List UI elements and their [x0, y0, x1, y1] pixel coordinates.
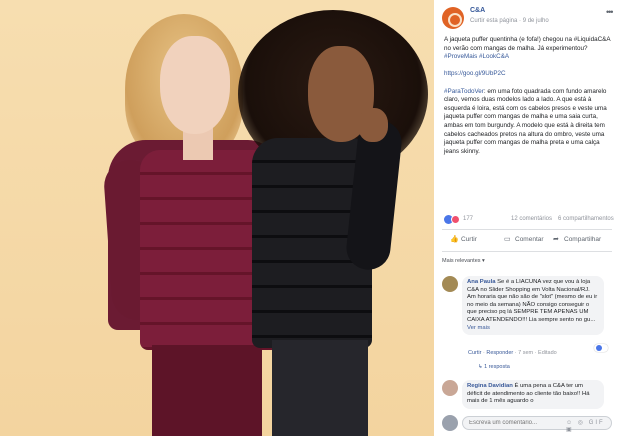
divider [442, 251, 612, 252]
comment-bubble: Regina Davidian É uma pena a C&A ter um … [462, 380, 604, 409]
ellipsis-icon[interactable]: ••• [606, 7, 614, 17]
model-right-jeans [272, 340, 368, 436]
comment: Regina Davidian É uma pena a C&A ter um … [442, 380, 614, 412]
view-replies-link[interactable]: ↳ 1 resposta [478, 364, 510, 370]
model-left-face [160, 36, 230, 134]
post-date[interactable]: 9 de julho [523, 18, 549, 24]
comment-reaction-badge[interactable] [594, 344, 608, 352]
divider [442, 229, 612, 230]
post-actions: 👍 Curtir ▭ Comentar ➦ Compartilhar [442, 234, 612, 248]
post-side-panel: C&A Curtir esta página · 9 de julho ••• … [434, 0, 620, 436]
post-paragraph: https://goo.gl/9UbP2C [444, 70, 614, 79]
post-paragraph: A jaqueta puffer quentinha (e fofa!) che… [444, 36, 611, 61]
comment-bubble: Ana Paula Se é a LIACUNA vez que vou à l… [462, 276, 604, 336]
avatar [442, 415, 458, 431]
hashtag-link[interactable]: #ParaTodoVer [444, 88, 484, 95]
comment-composer: ☺ ◎ GIF ▣ [442, 415, 614, 433]
comment-text: Se é a LIACUNA vez que vou à loja C&A no… [467, 279, 598, 323]
comment-sort-dropdown[interactable]: Mais relevantes ▾ [442, 258, 485, 264]
follow-page-link[interactable]: Curtir esta página [470, 18, 517, 24]
page-avatar[interactable] [442, 7, 464, 29]
model-right-hand [358, 108, 388, 142]
shares-count[interactable]: 6 compartilhamentos [558, 216, 614, 222]
comment-meta: Curtir · Responder · 7 sem · Editado [468, 350, 557, 356]
share-button[interactable]: ➦ Compartilhar [553, 235, 601, 243]
comment-time[interactable]: 7 sem [518, 350, 533, 356]
hashtag-link[interactable]: #ProveMais [444, 53, 477, 60]
like-button[interactable]: 👍 Curtir [450, 235, 477, 243]
post-header: C&A Curtir esta página · 9 de julho ••• [442, 7, 614, 29]
avatar[interactable] [442, 276, 458, 292]
avatar[interactable] [442, 380, 458, 396]
comment-icon: ▭ [504, 236, 511, 243]
short-url-link[interactable]: https://goo.gl/9UbP2C [444, 70, 506, 77]
comment-author[interactable]: Ana Paula [467, 279, 495, 285]
comments-count[interactable]: 12 comentários [511, 216, 552, 222]
comment-button[interactable]: ▭ Comentar [504, 235, 544, 243]
hashtag-link[interactable]: #LookC&A [477, 53, 509, 60]
reactions-bar: 177 12 comentários 6 compartilhamentos [444, 215, 614, 225]
comment: Ana Paula Se é a LIACUNA vez que vou à l… [442, 276, 614, 376]
composer-tools[interactable]: ☺ ◎ GIF ▣ [566, 419, 614, 433]
comment-edited: Editado [538, 350, 557, 356]
page-name[interactable]: C&A [470, 7, 485, 14]
post-paragraph: #ParaTodoVer: em uma foto quadrada com f… [444, 87, 607, 155]
post-text: A jaqueta puffer quentinha (e fofa!) che… [444, 36, 614, 165]
thumbs-up-icon: 👍 [450, 236, 459, 243]
post-subheader: Curtir esta página · 9 de julho [470, 18, 549, 24]
comment-author[interactable]: Regina Davidian [467, 383, 513, 389]
reaction-count[interactable]: 177 [463, 216, 473, 222]
love-reaction-icon[interactable] [451, 215, 460, 224]
comment-reply-link[interactable]: Responder [486, 350, 513, 356]
share-icon: ➦ [553, 236, 559, 243]
comment-like-link[interactable]: Curtir [468, 350, 481, 356]
post-photo[interactable] [0, 0, 434, 436]
see-more-link[interactable]: Ver mais [467, 325, 490, 331]
model-left-skirt [152, 345, 262, 436]
